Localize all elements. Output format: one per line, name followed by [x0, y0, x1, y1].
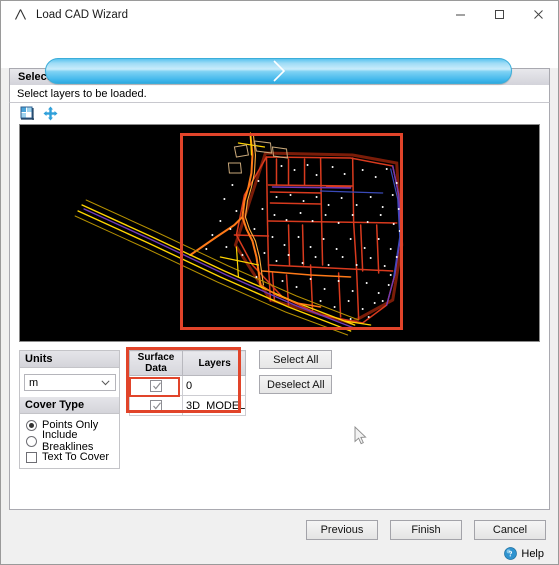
- help-link[interactable]: ? Help: [504, 547, 544, 560]
- cad-preview-canvas[interactable]: [19, 124, 540, 342]
- table-row[interactable]: 0: [129, 375, 247, 396]
- preview-toolbar: [10, 103, 549, 124]
- checkbox-text-to-cover-label: Text To Cover: [42, 451, 110, 463]
- close-icon[interactable]: [519, 1, 558, 28]
- radio-include-breaklines[interactable]: Include Breaklines: [24, 429, 115, 453]
- window-controls: [441, 1, 558, 28]
- layers-table-wrap: Surface Data Layers 0 3D_MODEL: [126, 347, 247, 416]
- selection-buttons: Select All Deselect All: [259, 350, 333, 394]
- help-label: Help: [521, 547, 544, 560]
- checkbox-text-to-cover[interactable]: Text To Cover: [24, 449, 115, 465]
- footer-bar: Previous Finish Cancel ? Help: [1, 510, 558, 564]
- zoom-window-icon[interactable]: [19, 105, 36, 122]
- layers-table: Surface Data Layers 0 3D_MODEL: [129, 350, 247, 416]
- row-1-checkbox-cell[interactable]: [129, 395, 183, 416]
- table-row[interactable]: 3D_MODEL: [129, 395, 247, 416]
- radio-selected-icon: [26, 419, 37, 431]
- minimize-icon[interactable]: [441, 1, 480, 28]
- title-bar: Load CAD Wizard: [1, 1, 558, 29]
- cover-type-body: Points Only Include Breaklines Text To C…: [20, 414, 119, 468]
- lambda-icon: [7, 1, 33, 28]
- window-title: Load CAD Wizard: [36, 8, 129, 21]
- maximize-icon[interactable]: [480, 1, 519, 28]
- page-instruction: Select layers to be loaded.: [9, 85, 550, 102]
- units-select[interactable]: m: [24, 374, 116, 391]
- previous-button[interactable]: Previous: [306, 520, 378, 540]
- checkbox-unchecked-icon: [26, 451, 37, 463]
- load-cad-wizard-window: Load CAD Wizard Select Layer Select laye…: [0, 0, 559, 565]
- finish-button[interactable]: Finish: [390, 520, 462, 540]
- column-header-layers: Layers: [181, 350, 247, 376]
- row-0-checkbox-cell[interactable]: [129, 375, 183, 396]
- pan-icon[interactable]: [42, 105, 59, 122]
- column-header-surface-data: Surface Data: [129, 350, 183, 376]
- layer-controls-row: Units m Cover Type Points Only Include B…: [10, 342, 549, 469]
- select-all-button[interactable]: Select All: [259, 350, 333, 369]
- help-circle-icon: ?: [504, 547, 518, 560]
- cover-type-header: Cover Type: [20, 397, 119, 414]
- chevron-down-icon: [101, 379, 110, 385]
- table-header-row: Surface Data Layers: [129, 350, 247, 376]
- units-cover-group: Units m Cover Type Points Only Include B…: [19, 350, 120, 469]
- radio-unselected-icon: [26, 435, 37, 447]
- footer-buttons: Previous Finish Cancel: [306, 520, 546, 540]
- checkbox-checked-icon[interactable]: [150, 399, 162, 412]
- wizard-progress-bar: [45, 58, 512, 84]
- row-0-layer-name: 0: [181, 375, 247, 396]
- svg-text:?: ?: [509, 550, 513, 559]
- chevron-right-icon: [272, 60, 285, 82]
- deselect-all-button[interactable]: Deselect All: [259, 375, 333, 394]
- radio-include-breaklines-label: Include Breaklines: [42, 429, 94, 453]
- units-header: Units: [20, 351, 119, 368]
- units-value: m: [29, 376, 39, 389]
- main-content-panel: Units m Cover Type Points Only Include B…: [9, 102, 550, 510]
- units-body: m: [20, 368, 119, 397]
- cad-drawing: [20, 125, 539, 341]
- checkbox-checked-icon[interactable]: [150, 379, 162, 392]
- row-1-layer-name: 3D_MODEL: [181, 395, 247, 416]
- wizard-progress-area: [1, 29, 558, 84]
- cancel-button[interactable]: Cancel: [474, 520, 546, 540]
